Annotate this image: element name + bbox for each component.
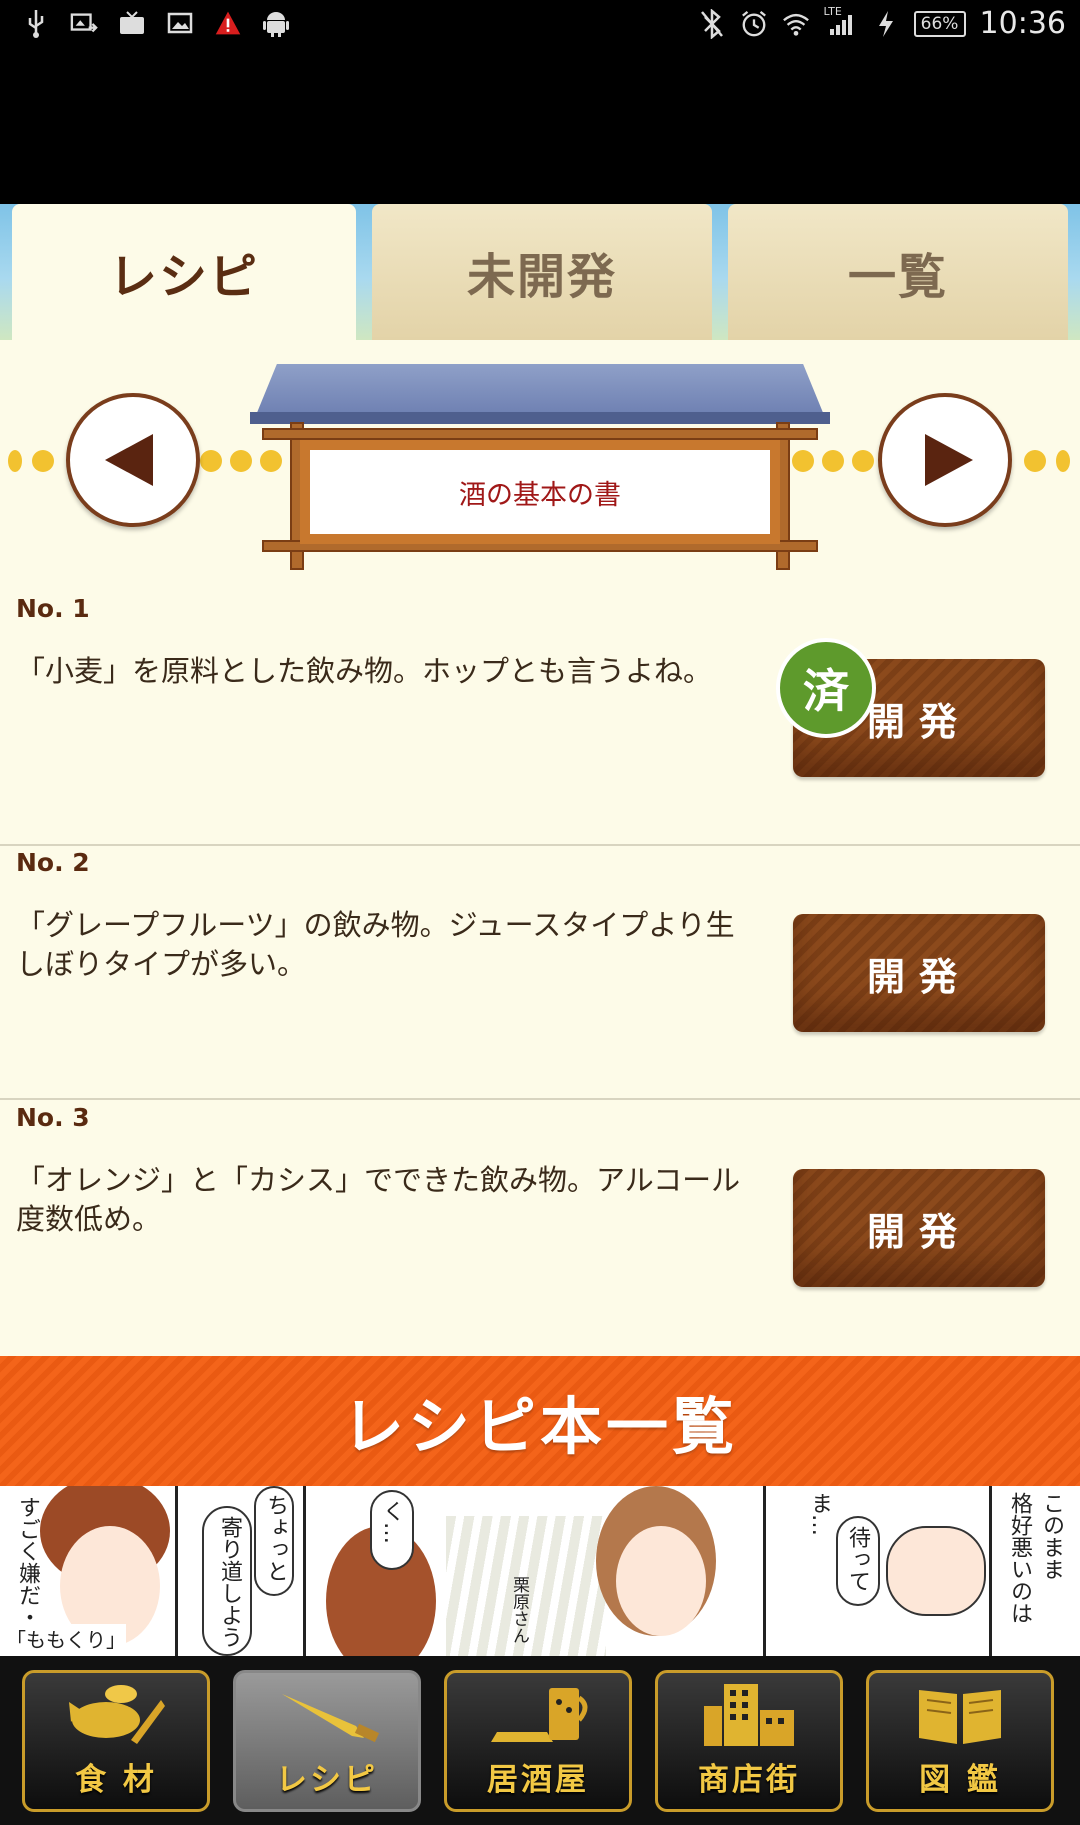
recipe-item: No. 1 「小麦」を原料とした飲み物。ホップとも言うよね。 開発 済	[0, 586, 1080, 840]
develop-button[interactable]: 開発	[793, 1169, 1045, 1287]
arrow-left-icon	[105, 434, 153, 486]
manga-text: 格好悪いのは	[1007, 1492, 1032, 1624]
manga-panel: 寄り道しよう ちょっと	[178, 1486, 306, 1656]
recipe-item: No. 3 「オレンジ」と「カシス」でできた飲み物。アルコール度数低め。 開発	[0, 1095, 1080, 1349]
manga-panel: く… 栗原さん	[306, 1486, 766, 1656]
recipe-description: 「小麦」を原料とした飲み物。ホップとも言うよね。	[16, 654, 713, 688]
status-bar: LTE 66% 10:36	[0, 0, 1080, 52]
signboard-beam-top	[262, 428, 818, 440]
manga-ad-banner[interactable]: すごく嫌だ・ 「ももくり」 寄り道しよう ちょっと く… 栗原さん ま… 待って…	[0, 1486, 1080, 1656]
network-type-label: LTE	[823, 4, 842, 18]
manga-title: 「ももくり」	[6, 1624, 126, 1653]
android-icon	[262, 8, 290, 38]
tab-recipe[interactable]: レシピ	[12, 204, 356, 340]
alarm-icon	[740, 9, 768, 39]
status-time: 10:36	[979, 6, 1066, 41]
manga-text: 待って	[845, 1526, 870, 1592]
tab-undeveloped-label: 未開発	[466, 249, 617, 305]
nav-label: 居酒屋	[487, 1762, 589, 1798]
recipe-book-list-label: レシピ本一覧	[341, 1390, 738, 1463]
recipe-description: 「グレープフルーツ」の飲み物。ジュースタイプより生しぼりタイプが多い。	[16, 908, 735, 981]
knife-icon	[272, 1680, 382, 1750]
tv-icon	[118, 8, 146, 38]
prev-book-button[interactable]	[66, 393, 200, 527]
manga-panel: ま… 待って	[766, 1486, 992, 1656]
tab-list[interactable]: 一覧	[728, 204, 1068, 340]
nav-label: 食 材	[75, 1762, 157, 1798]
tab-list-label: 一覧	[847, 249, 948, 305]
recipe-number: No. 2	[16, 848, 90, 877]
book-title-board: 酒の基本の書	[300, 440, 780, 544]
manga-panel: すごく嫌だ・ 「ももくり」	[0, 1486, 178, 1656]
develop-button[interactable]: 開発	[793, 914, 1045, 1032]
manga-text: ちょっと	[263, 1494, 288, 1582]
manga-text: く…	[379, 1500, 404, 1544]
usb-icon	[22, 8, 50, 38]
develop-button-label: 開発	[866, 699, 971, 744]
battery-indicator: 66%	[913, 10, 966, 37]
nav-recipe[interactable]: レシピ	[233, 1670, 421, 1812]
arrow-right-icon	[925, 434, 973, 486]
manga-text: 栗原さん	[509, 1576, 529, 1644]
tab-undeveloped[interactable]: 未開発	[372, 204, 712, 340]
book-icon	[905, 1680, 1015, 1750]
develop-button-label: 開発	[866, 1209, 971, 1254]
signal-icon: LTE	[824, 5, 858, 39]
recipe-item: No. 2 「グレープフルーツ」の飲み物。ジュースタイプより生しぼりタイプが多い…	[0, 840, 1080, 1094]
shopping-street-icon	[694, 1680, 804, 1750]
tab-recipe-label: レシピ	[108, 249, 259, 305]
nav-label: 図 鑑	[919, 1762, 1001, 1798]
warning-icon	[214, 8, 242, 38]
manga-text: ま…	[807, 1492, 832, 1536]
develop-button-label: 開発	[866, 954, 971, 999]
nav-ingredients[interactable]: 食 材	[22, 1670, 210, 1812]
bluetooth-off-icon	[698, 8, 726, 39]
nav-label: 商店街	[698, 1762, 800, 1798]
recipe-description: 「オレンジ」と「カシス」でできた飲み物。アルコール度数低め。	[16, 1163, 741, 1236]
image-icon	[166, 8, 194, 38]
manga-text: このまま	[1039, 1492, 1064, 1580]
recipe-number: No. 1	[16, 594, 90, 623]
tab-bar: レシピ 未開発 一覧	[0, 204, 1080, 340]
izakaya-icon	[483, 1680, 593, 1750]
nav-encyclopedia[interactable]: 図 鑑	[866, 1670, 1054, 1812]
book-title: 酒の基本の書	[459, 479, 621, 511]
nav-label: レシピ	[276, 1762, 378, 1798]
completed-badge: 済	[776, 638, 876, 738]
recipe-number: No. 3	[16, 1103, 90, 1132]
nav-izakaya[interactable]: 居酒屋	[444, 1670, 632, 1812]
bottom-nav: 食 材 レシピ 居酒屋 商店街 図 鑑	[0, 1656, 1080, 1825]
completed-badge-label: 済	[803, 664, 849, 718]
wifi-icon	[782, 9, 810, 39]
charging-icon	[872, 9, 900, 39]
manga-text: 寄り道しよう	[217, 1516, 242, 1648]
recipe-book-list-button[interactable]: レシピ本一覧	[0, 1356, 1080, 1486]
signboard-eave	[250, 412, 830, 424]
nav-shopping-street[interactable]: 商店街	[655, 1670, 843, 1812]
next-book-button[interactable]	[878, 393, 1012, 527]
recipe-content: 酒の基本の書 No. 1 「小麦」を原料とした飲み物。ホップとも言うよね。 開発…	[0, 340, 1080, 1356]
manga-panel: このまま 格好悪いのは	[992, 1486, 1080, 1656]
ingredients-icon	[61, 1680, 171, 1750]
manga-text: すごく嫌だ・	[15, 1496, 40, 1628]
photo-sync-icon	[70, 8, 98, 38]
